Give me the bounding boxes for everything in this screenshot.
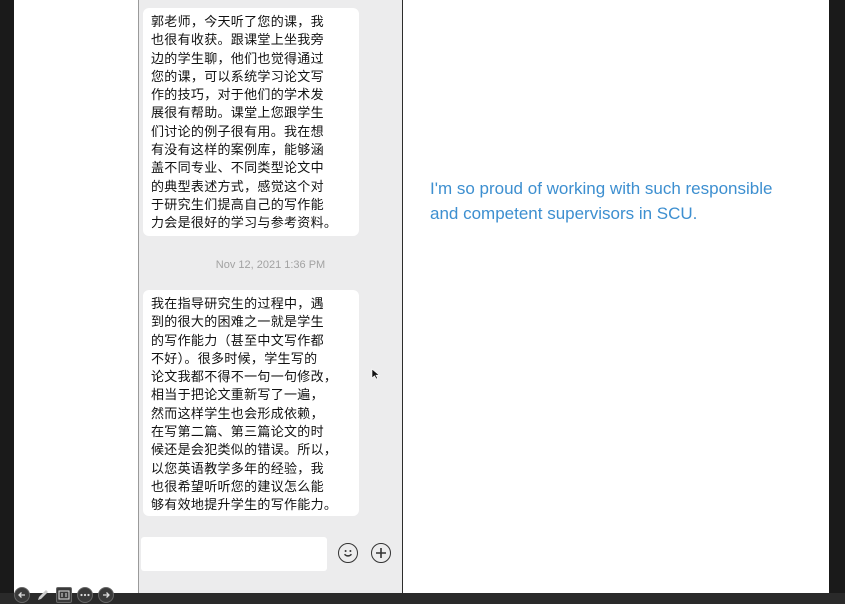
more-options-button[interactable] [77,587,93,603]
captions-button[interactable] [56,587,72,603]
presenter-controls [14,586,114,604]
presenter-toolbar-background [0,593,845,604]
smiley-icon [344,550,352,557]
plus-icon [376,548,386,558]
chat-screenshot: 郭老师，今天听了您的课，我 也很有收获。跟课堂上坐我旁 边的学生聊，他们也觉得通… [138,0,403,604]
more-icon [80,593,90,597]
previous-slide-button[interactable] [14,587,30,603]
presentation-slide: 郭老师，今天听了您的课，我 也很有收获。跟课堂上坐我旁 边的学生聊，他们也觉得通… [14,0,829,604]
message-timestamp: Nov 12, 2021 1:36 PM [215,259,326,271]
pen-icon [38,590,48,600]
message-bubble: 郭老师，今天听了您的课，我 也很有收获。跟课堂上坐我旁 边的学生聊，他们也觉得通… [143,8,359,236]
message-input[interactable] [141,537,327,571]
mouse-cursor-icon [371,368,381,380]
next-icon [103,592,110,598]
pen-tool-button[interactable] [35,587,51,603]
emoji-button[interactable] [338,543,358,563]
message-bubble: 我在指导研究生的过程中，遇 到的很大的困难之一就是学生 的写作能力（甚至中文写作… [143,290,359,516]
add-button[interactable] [371,543,391,563]
slide-caption: I'm so proud of working with such respon… [430,179,773,223]
captions-icon [58,590,70,600]
prev-icon [18,592,25,598]
next-slide-button[interactable] [98,587,114,603]
message-input-bar [139,533,402,579]
